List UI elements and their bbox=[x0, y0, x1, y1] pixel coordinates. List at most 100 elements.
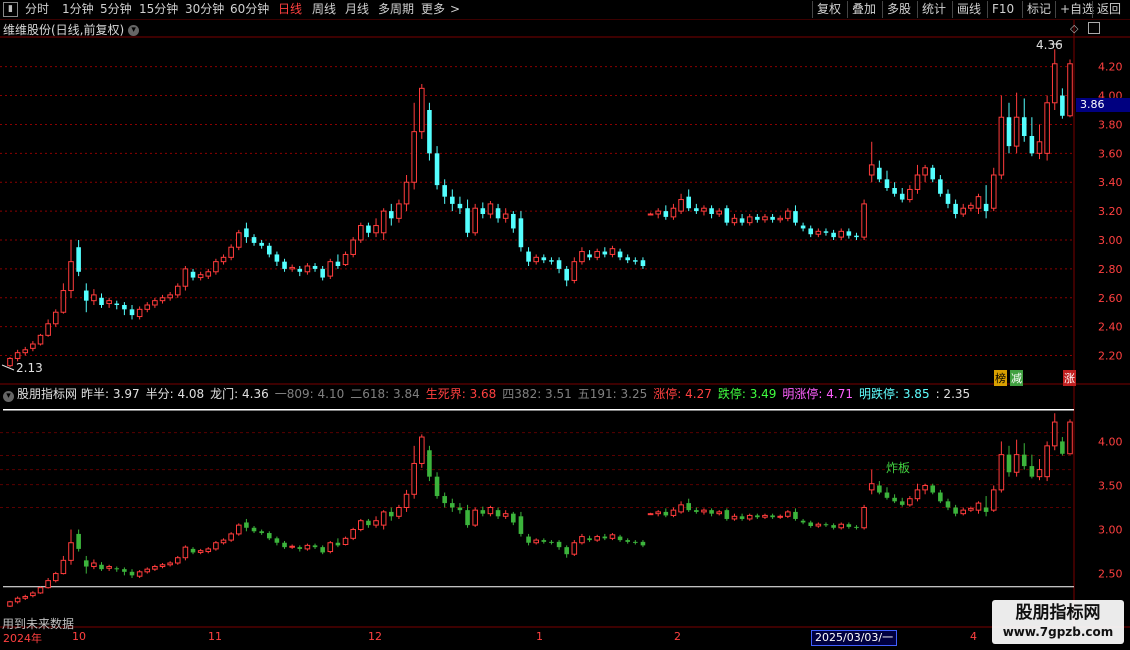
candle-body bbox=[594, 251, 600, 258]
candle-body bbox=[983, 203, 989, 212]
candle-body bbox=[602, 251, 608, 255]
ind-candle-body bbox=[289, 545, 295, 548]
ind-candle-body bbox=[335, 542, 341, 546]
candle-body bbox=[60, 290, 67, 313]
ind-candle-body bbox=[823, 524, 829, 526]
time-axis-label: 10 bbox=[72, 630, 86, 643]
zhaban-annotation: 炸板 bbox=[886, 461, 911, 475]
candle-body bbox=[167, 294, 173, 299]
ind-candle-body bbox=[190, 548, 196, 553]
kline-chart[interactable]: 4.20 4.00 3.80 3.60 3.40 3.20 3.00 2.80 2.60 2.40… bbox=[0, 0, 1130, 650]
candle-body bbox=[884, 179, 890, 188]
ind-candle-body bbox=[571, 542, 578, 555]
candle-body bbox=[7, 357, 13, 367]
candle-body bbox=[106, 300, 112, 305]
candle-body bbox=[694, 208, 699, 212]
candle-body bbox=[197, 274, 204, 279]
candle-body bbox=[975, 196, 982, 209]
ind-candle-body bbox=[76, 533, 81, 549]
ind-y-tick-label: 2.50 bbox=[1098, 568, 1123, 581]
candle-body bbox=[587, 254, 592, 258]
candle-body bbox=[91, 294, 97, 302]
candle-body bbox=[411, 131, 417, 183]
candle-body bbox=[502, 213, 509, 219]
candle-body bbox=[762, 216, 768, 221]
current-price-badge: 3.86 bbox=[1076, 98, 1130, 112]
ind-candle-body bbox=[502, 513, 509, 517]
candle-body bbox=[76, 247, 81, 272]
candle-body bbox=[1013, 116, 1020, 147]
ind-candle-body bbox=[7, 601, 13, 607]
candle-body bbox=[518, 218, 524, 248]
badge-zhang[interactable]: 涨 bbox=[1063, 370, 1076, 386]
candle-body bbox=[968, 204, 974, 209]
candle-body bbox=[68, 261, 74, 292]
ind-candle-body bbox=[442, 496, 447, 504]
badge-jian[interactable]: 减 bbox=[1010, 370, 1023, 386]
ind-y-tick-label: 3.00 bbox=[1098, 524, 1123, 537]
candle-body bbox=[564, 268, 569, 281]
ind-candle-body bbox=[587, 538, 592, 541]
candle-body bbox=[640, 260, 646, 266]
candle-body bbox=[1051, 63, 1058, 104]
candle-body bbox=[938, 179, 943, 194]
window-toggle-icon[interactable] bbox=[1088, 22, 1100, 34]
ind-candle-body bbox=[251, 527, 257, 532]
candle-body bbox=[1021, 117, 1027, 136]
ind-candle-body bbox=[678, 504, 684, 513]
ind-candle-body bbox=[244, 522, 249, 528]
candle-body bbox=[251, 237, 257, 243]
candle-body bbox=[914, 174, 921, 190]
ind-candle-body bbox=[640, 541, 646, 546]
ind-candle-body bbox=[892, 497, 897, 502]
candle-body bbox=[389, 211, 394, 219]
candle-body bbox=[274, 254, 280, 262]
badge-bang[interactable]: 榜 bbox=[994, 370, 1007, 386]
candle-body bbox=[220, 256, 227, 263]
candle-body bbox=[327, 261, 334, 277]
ind-candle-body bbox=[174, 557, 181, 564]
ind-candle-body bbox=[663, 511, 669, 516]
ind-candle-body bbox=[472, 509, 478, 526]
candle-body bbox=[396, 203, 402, 219]
ind-candle-body bbox=[960, 509, 967, 515]
candle-body bbox=[617, 251, 623, 258]
indicator-value: 昨半: 3.97 bbox=[81, 387, 140, 401]
ind-candle-body bbox=[320, 547, 325, 553]
candle-body bbox=[686, 196, 691, 209]
ind-candle-body bbox=[487, 507, 494, 515]
indicator-toggle-icon[interactable]: ▾ bbox=[3, 391, 14, 402]
ind-candle-body bbox=[739, 516, 745, 519]
candle-body bbox=[793, 211, 798, 223]
ind-candle-body bbox=[1036, 469, 1043, 478]
ind-candle-body bbox=[907, 498, 913, 506]
ind-candle-body bbox=[556, 541, 562, 548]
ind-candle-body bbox=[182, 546, 189, 559]
candle-body bbox=[144, 304, 151, 310]
candle-body bbox=[724, 208, 730, 223]
candle-body bbox=[823, 231, 829, 233]
candle-body bbox=[52, 311, 59, 325]
ind-candle-body bbox=[465, 510, 470, 526]
diamond-icon[interactable]: ◇ bbox=[1070, 22, 1078, 35]
ind-candle-body bbox=[68, 542, 74, 561]
ind-candle-body bbox=[144, 568, 151, 573]
candle-body bbox=[45, 323, 51, 336]
ind-candle-body bbox=[380, 511, 387, 526]
candle-body bbox=[174, 285, 181, 296]
candle-body bbox=[647, 213, 654, 216]
candle-body bbox=[899, 193, 905, 200]
candle-body bbox=[350, 239, 356, 255]
y-tick-label: 2.80 bbox=[1098, 263, 1123, 276]
time-axis-label: 12 bbox=[368, 630, 382, 643]
ind-candle-body bbox=[419, 436, 425, 464]
candle-body bbox=[922, 167, 928, 176]
ind-candle-body bbox=[945, 501, 951, 508]
indicator-value: 四382: 3.51 bbox=[502, 387, 572, 401]
ind-candle-body bbox=[228, 533, 234, 541]
indicator-value: 龙门: 4.36 bbox=[210, 387, 269, 401]
candle-body bbox=[358, 225, 364, 241]
indicator-value: 跌停: 3.49 bbox=[717, 387, 777, 401]
ind-candle-body bbox=[831, 525, 836, 528]
candle-body bbox=[213, 261, 219, 273]
